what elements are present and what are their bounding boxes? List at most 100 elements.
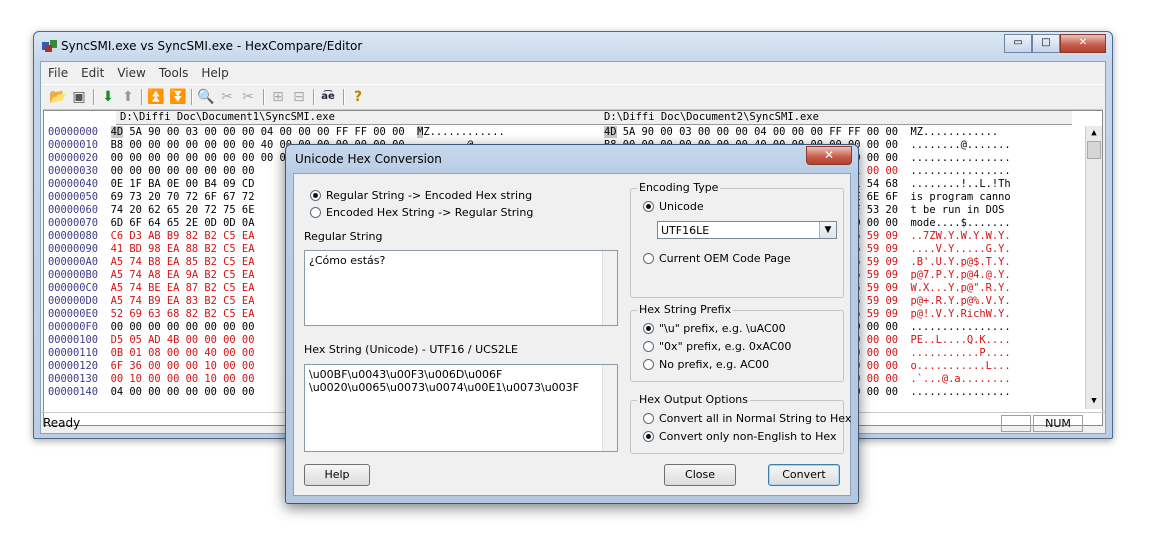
radio-convert-all[interactable]: Convert all in Normal String to Hex — [643, 412, 851, 425]
textbox-scrollbar[interactable] — [602, 251, 617, 325]
hex-string-output[interactable]: \u00BF\u0043\u00F3\u006D\u006F \u0020\u0… — [304, 364, 618, 452]
radio-unicode[interactable]: Unicode — [643, 200, 704, 213]
row-ascii[interactable]: ........@....... — [911, 139, 1011, 151]
close-button[interactable]: ✕ — [1060, 34, 1106, 53]
hex-row[interactable]: 4D 5A 90 00 03 00 00 00 04 00 00 00 FF F… — [604, 126, 1076, 139]
row-hex-bytes[interactable]: 00 10 00 00 00 10 00 00 — [111, 373, 255, 385]
vertical-scrollbar[interactable]: ▲ ▼ — [1085, 126, 1102, 409]
row-offset: 000000C0 — [48, 282, 99, 294]
row-ascii[interactable]: MZ............ — [911, 126, 999, 138]
row-ascii[interactable]: p@7.P.Y.p@4.@.Y. — [911, 269, 1011, 281]
row-hex-bytes[interactable]: 0B 01 08 00 00 40 00 00 — [111, 347, 255, 359]
radio-prefix-u[interactable]: "\u" prefix, e.g. \uAC00 — [643, 322, 786, 335]
dialog-close-button[interactable]: ✕ — [806, 146, 852, 165]
chevron-down-icon[interactable]: ▼ — [819, 222, 836, 238]
radio-hex-to-regular[interactable]: Encoded Hex String -> Regular String — [310, 206, 533, 219]
radio-convert-non-english[interactable]: Convert only non-English to Hex — [643, 430, 837, 443]
status-pane — [1001, 415, 1031, 432]
menu-file[interactable]: File — [41, 64, 74, 82]
help-icon[interactable]: ? — [349, 88, 367, 106]
hex-row[interactable]: 00000000 4D 5A 90 00 03 00 00 00 04 00 0… — [48, 126, 596, 139]
regular-string-input[interactable]: ¿Cómo estás? — [304, 250, 618, 326]
radio-empty-icon — [643, 253, 654, 264]
title-bar[interactable]: SyncSMI.exe vs SyncSMI.exe - HexCompare/… — [34, 32, 1112, 60]
first-diff-icon[interactable]: ⏫ — [147, 88, 165, 106]
row-ascii[interactable]: is program canno — [911, 191, 1011, 203]
copy-icon[interactable]: ✂ — [239, 88, 257, 106]
row-ascii[interactable]: .`...@.a........ — [911, 373, 1011, 385]
unicode-convert-icon[interactable]: a͡e — [319, 88, 337, 106]
cut-icon[interactable]: ✂ — [218, 88, 236, 106]
radio-oem-code-page[interactable]: Current OEM Code Page — [643, 252, 791, 265]
hex-string-value: \u00BF\u0043\u00F3\u006D\u006F \u0020\u0… — [309, 368, 579, 394]
hex-view-icon[interactable]: ⊞ — [269, 88, 287, 106]
row-ascii[interactable]: ....V.Y.....G.Y. — [911, 243, 1011, 255]
row-ascii[interactable]: t be run in DOS — [911, 204, 1011, 216]
row-hex-bytes[interactable]: 6F 36 00 00 00 10 00 00 — [111, 360, 255, 372]
encoding-select[interactable]: UTF16LE ▼ — [657, 221, 837, 239]
maximize-button[interactable]: □ — [1032, 34, 1060, 53]
radio-no-prefix[interactable]: No prefix, e.g. AC00 — [643, 358, 769, 371]
row-offset: 00000080 — [48, 230, 99, 242]
row-hex-bytes[interactable]: A5 74 B8 EA 85 B2 C5 EA — [111, 256, 255, 268]
menu-tools[interactable]: Tools — [152, 64, 195, 82]
scroll-down-icon[interactable]: ▼ — [1086, 394, 1102, 409]
row-ascii[interactable]: ................ — [911, 321, 1011, 333]
row-hex-bytes[interactable]: 41 BD 98 EA 88 B2 C5 EA — [111, 243, 255, 255]
row-ascii[interactable]: o...........L... — [911, 360, 1011, 372]
help-button[interactable]: Help — [304, 464, 370, 486]
row-hex-bytes[interactable]: A5 74 B9 EA 83 B2 C5 EA — [111, 295, 255, 307]
row-ascii[interactable]: PE..L....Q.K.... — [911, 334, 1011, 346]
menu-help[interactable]: Help — [194, 64, 234, 82]
row-ascii[interactable]: ..7ZW.Y.W.Y.W.Y. — [911, 230, 1011, 242]
row-hex-bytes[interactable]: A5 74 A8 EA 9A B2 C5 EA — [111, 269, 255, 281]
group-title: Encoding Type — [637, 181, 721, 194]
row-hex-bytes[interactable]: 00 00 00 00 00 00 00 00 — [111, 321, 255, 333]
menu-edit[interactable]: Edit — [74, 64, 110, 82]
window-title: SyncSMI.exe vs SyncSMI.exe - HexCompare/… — [61, 39, 363, 53]
convert-button[interactable]: Convert — [768, 464, 840, 486]
radio-prefix-0x[interactable]: "0x" prefix, e.g. 0xAC00 — [643, 340, 791, 353]
row-hex-bytes[interactable]: A5 74 BE EA 87 B2 C5 EA — [111, 282, 255, 294]
row-ascii[interactable]: mode....$....... — [911, 217, 1011, 229]
radio-selected-icon — [643, 323, 654, 334]
row-hex-bytes[interactable]: 00 00 00 00 00 00 00 00 — [111, 165, 255, 177]
left-file-path: D:\Diffi Doc\Document1\SyncSMI.exe — [116, 111, 600, 125]
row-hex-bytes[interactable]: C6 D3 AB B9 82 B2 C5 EA — [111, 230, 255, 242]
radio-regular-to-hex[interactable]: Regular String -> Encoded Hex string — [310, 189, 532, 202]
minimize-button[interactable]: ▭ — [1004, 34, 1032, 53]
row-hex-bytes[interactable]: 69 73 20 70 72 6F 67 72 — [111, 191, 255, 203]
row-hex-bytes[interactable]: 4D 5A 90 00 03 00 00 00 04 00 00 00 FF F… — [604, 126, 898, 138]
radio-empty-icon — [643, 359, 654, 370]
find-icon[interactable]: 🔍 — [197, 88, 215, 106]
row-ascii[interactable]: MZ............ — [405, 126, 505, 138]
open-icon[interactable]: 📂 — [49, 88, 67, 106]
text-view-icon[interactable]: ⊟ — [290, 88, 308, 106]
row-ascii[interactable]: p@!.V.Y.RichW.Y. — [911, 308, 1011, 320]
prev-diff-icon[interactable]: ⬆ — [119, 88, 137, 106]
row-hex-bytes[interactable]: 6D 6F 64 65 2E 0D 0D 0A — [111, 217, 255, 229]
save-icon[interactable]: ▣ — [70, 88, 88, 106]
textbox-scrollbar[interactable] — [602, 365, 617, 451]
row-hex-bytes[interactable]: 74 20 62 65 20 72 75 6E — [111, 204, 255, 216]
next-diff-icon[interactable]: ⬇ — [99, 88, 117, 106]
row-hex-bytes[interactable]: 4D 5A 90 00 03 00 00 00 04 00 00 00 FF F… — [110, 126, 405, 138]
row-ascii[interactable]: ........!..L.!Th — [911, 178, 1011, 190]
row-ascii[interactable]: .B'.U.Y.p@$.T.Y. — [911, 256, 1011, 268]
row-ascii[interactable]: ................ — [911, 386, 1011, 398]
row-hex-bytes[interactable]: 04 00 00 00 00 00 00 00 — [111, 386, 255, 398]
menu-view[interactable]: View — [110, 64, 151, 82]
row-hex-bytes[interactable]: 0E 1F BA 0E 00 B4 09 CD — [111, 178, 255, 190]
last-diff-icon[interactable]: ⏬ — [169, 88, 187, 106]
row-ascii[interactable]: W.X...Y.p@".R.Y. — [911, 282, 1011, 294]
scroll-up-icon[interactable]: ▲ — [1086, 126, 1102, 141]
row-ascii[interactable]: p@+.R.Y.p@%.V.Y. — [911, 295, 1011, 307]
row-ascii[interactable]: ................ — [911, 152, 1011, 164]
unicode-hex-dialog: Unicode Hex Conversion ✕ Regular String … — [285, 144, 859, 504]
row-hex-bytes[interactable]: 52 69 63 68 82 B2 C5 EA — [111, 308, 255, 320]
row-ascii[interactable]: ................ — [911, 165, 1011, 177]
row-hex-bytes[interactable]: D5 05 AD 4B 00 00 00 00 — [111, 334, 255, 346]
row-ascii[interactable]: ...........P.... — [911, 347, 1011, 359]
close-dialog-button[interactable]: Close — [664, 464, 736, 486]
row-offset: 00000110 — [48, 347, 99, 359]
